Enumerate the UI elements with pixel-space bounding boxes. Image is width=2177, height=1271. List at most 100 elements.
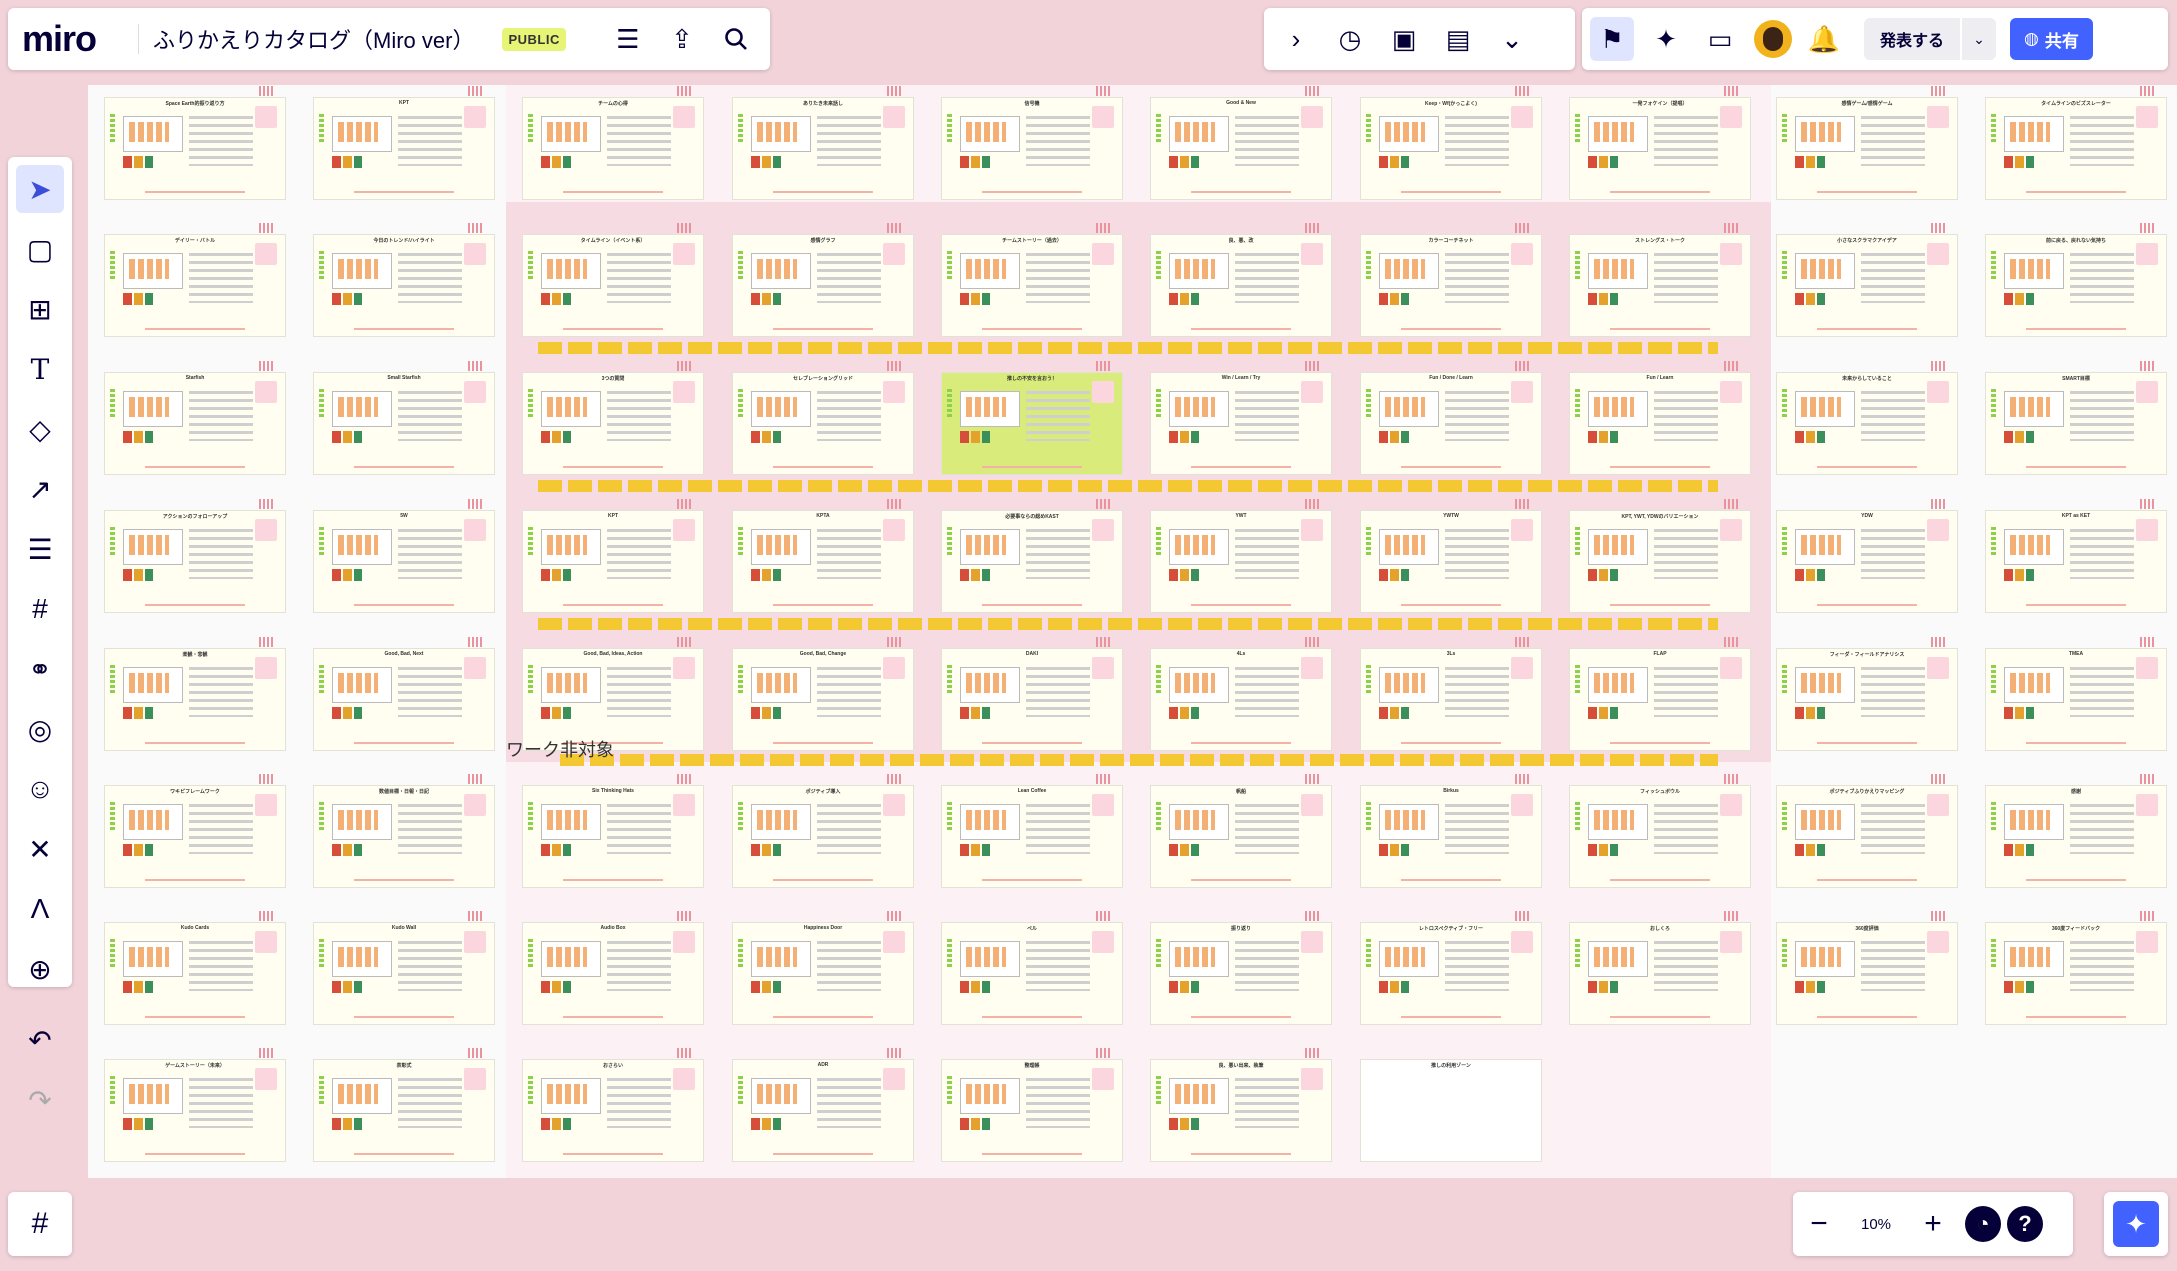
voting-icon[interactable]: ▣ xyxy=(1382,17,1426,61)
frame-icon[interactable]: # xyxy=(16,585,64,633)
template-card[interactable]: レトロスペクティブ・フリー xyxy=(1360,911,1542,1025)
frames-button[interactable]: # xyxy=(8,1192,72,1256)
template-card[interactable]: 感情グラフ xyxy=(732,223,914,337)
template-card[interactable]: 3Ls xyxy=(1360,637,1542,751)
template-card[interactable]: 4Ls xyxy=(1150,637,1332,751)
chevron-right-icon[interactable]: › xyxy=(1274,17,1318,61)
template-card[interactable]: Six Thinking Hats xyxy=(522,774,704,888)
template-card[interactable]: Kudo Wall xyxy=(313,911,495,1025)
template-card[interactable]: 必要事ならの総めKAST xyxy=(941,499,1123,613)
reactions-icon[interactable]: ✦ xyxy=(1644,17,1688,61)
template-card[interactable]: 数値目標・日報・日記 xyxy=(313,774,495,888)
template-card[interactable]: Win / Learn / Try xyxy=(1150,361,1332,475)
redo-icon[interactable]: ↷ xyxy=(16,1076,64,1124)
visibility-badge[interactable]: PUBLIC xyxy=(502,27,566,51)
menu-icon[interactable]: ☰ xyxy=(606,17,650,61)
template-card[interactable]: 良、悪、改 xyxy=(1150,223,1332,337)
board-canvas[interactable]: Space Earth的振り返り方 KPT デイリー・バトル 今日のトレンド/ハイライ… xyxy=(0,0,2177,1271)
template-card[interactable]: デイリー・バトル xyxy=(104,223,286,337)
template-card[interactable]: Good & New xyxy=(1150,86,1332,200)
template-card[interactable]: 3つの質問 xyxy=(522,361,704,475)
avatar[interactable] xyxy=(1754,20,1792,58)
select-icon[interactable]: ➤ xyxy=(16,165,64,213)
add-icon[interactable]: ⊕ xyxy=(16,945,64,993)
help-button[interactable]: ? xyxy=(2007,1206,2043,1242)
template-card[interactable]: 推しの不安を言おう！ xyxy=(941,361,1123,475)
emoji-icon[interactable]: ☺ xyxy=(16,765,64,813)
template-card[interactable]: Fun / Learn xyxy=(1569,361,1751,475)
template-card[interactable]: 未来からしていること xyxy=(1776,361,1958,475)
export-icon[interactable]: ⇪ xyxy=(660,17,704,61)
template-card[interactable]: 360度評価 xyxy=(1776,911,1958,1025)
template-card[interactable]: Kudo Cards xyxy=(104,911,286,1025)
bell-icon[interactable]: 🔔 xyxy=(1802,17,1846,61)
template-card[interactable]: おしくろ xyxy=(1569,911,1751,1025)
zoom-level[interactable]: 10% xyxy=(1845,1216,1907,1233)
template-card[interactable]: おさらい xyxy=(522,1048,704,1162)
template-card[interactable]: Small Starfish xyxy=(313,361,495,475)
zoom-in-button[interactable]: + xyxy=(1907,1198,1959,1250)
template-card[interactable]: FLAP xyxy=(1569,637,1751,751)
pen-icon[interactable]: Λ xyxy=(16,885,64,933)
template-card[interactable]: 一発フォケイン（提唱） xyxy=(1569,86,1751,200)
template-card[interactable]: 感情ゲーム/感情ゲーム xyxy=(1776,86,1958,200)
template-card[interactable]: 小さなスクラマクアイデア xyxy=(1776,223,1958,337)
template-card[interactable]: セレブレーショングリッド xyxy=(732,361,914,475)
template-card[interactable]: ストレングス・トーク xyxy=(1569,223,1751,337)
table-icon[interactable]: ⊞ xyxy=(16,285,64,333)
template-card[interactable]: アクションのフォローアップ xyxy=(104,499,286,613)
template-card[interactable]: Happiness Door xyxy=(732,911,914,1025)
template-card[interactable]: 良、悪い出来、執筆 xyxy=(1150,1048,1332,1162)
template-card[interactable]: Audio Box xyxy=(522,911,704,1025)
timer-icon[interactable]: ◷ xyxy=(1328,17,1372,61)
cursor-follow-icon[interactable]: ⚑ xyxy=(1590,17,1634,61)
template-card[interactable]: ペル xyxy=(941,911,1123,1025)
template-card[interactable]: Lean Coffee xyxy=(941,774,1123,888)
template-card[interactable]: カラーコーチネット xyxy=(1360,223,1542,337)
shapes-icon[interactable]: ◇ xyxy=(16,405,64,453)
history-icon[interactable]: ◔ xyxy=(1965,1206,2001,1242)
template-card[interactable]: ポジティブふりかえりマッピング xyxy=(1776,774,1958,888)
template-card[interactable]: 5W xyxy=(313,499,495,613)
line-icon[interactable]: ↗ xyxy=(16,465,64,513)
template-card[interactable]: 帆船 xyxy=(1150,774,1332,888)
template-card[interactable]: 前に戻る、戻れない気持ち xyxy=(1985,223,2167,337)
present-button[interactable]: 発表する xyxy=(1864,18,1961,60)
template-card[interactable]: ポジティブ導入 xyxy=(732,774,914,888)
template-card[interactable]: 楽観・悲観 xyxy=(104,637,286,751)
template-card[interactable]: 感謝 xyxy=(1985,774,2167,888)
template-card[interactable]: Keep・Wf(かっこよく) xyxy=(1360,86,1542,200)
comments-icon[interactable]: ▭ xyxy=(1698,17,1742,61)
template-card[interactable]: KPT, YWT, YDWのバリエーション xyxy=(1569,499,1751,613)
template-card[interactable]: Birkus xyxy=(1360,774,1542,888)
miro-logo[interactable]: miro xyxy=(22,18,132,60)
more-apps-icon[interactable]: ✕ xyxy=(16,825,64,873)
ai-assist-button[interactable]: ✦ xyxy=(2104,1192,2168,1256)
template-card[interactable]: 今日のトレンド/ハイライト xyxy=(313,223,495,337)
template-card[interactable]: 表彰式 xyxy=(313,1048,495,1162)
template-card[interactable]: ADR xyxy=(732,1048,914,1162)
template-card[interactable]: Good, Bad, Next xyxy=(313,637,495,751)
template-card[interactable]: SMART目標 xyxy=(1985,361,2167,475)
collab-icon[interactable]: ◎ xyxy=(16,705,64,753)
template-card[interactable]: Starfish xyxy=(104,361,286,475)
template-card[interactable]: KPT xyxy=(522,499,704,613)
template-card[interactable]: 振り返り xyxy=(1150,911,1332,1025)
template-card[interactable]: フィーダ・フィールドアナリシス xyxy=(1776,637,1958,751)
template-card[interactable]: DAKI xyxy=(941,637,1123,751)
template-card[interactable]: YDW xyxy=(1776,499,1958,613)
template-card[interactable]: Space Earth的振り返り方 xyxy=(104,86,286,200)
template-card[interactable]: KPT xyxy=(313,86,495,200)
template-card[interactable]: チームストーリー（過去） xyxy=(941,223,1123,337)
board-title[interactable]: ふりかえりカタログ（Miro ver） xyxy=(153,23,474,55)
template-card[interactable]: タイムライン（イベント系） xyxy=(522,223,704,337)
comment-icon[interactable]: ☰ xyxy=(16,525,64,573)
template-card[interactable]: ゲームストーリー（未来） xyxy=(104,1048,286,1162)
template-card[interactable]: Good, Bad, Change xyxy=(732,637,914,751)
mindmap-icon[interactable]: ⚭ xyxy=(16,645,64,693)
chevron-down-icon[interactable]: ⌄ xyxy=(1962,18,1997,60)
template-card[interactable]: TMEA xyxy=(1985,637,2167,751)
template-card[interactable]: 推しの利用ゾーン xyxy=(1360,1059,1542,1162)
notes-icon[interactable]: ▤ xyxy=(1436,17,1480,61)
template-card[interactable]: ワキピフレームワーク xyxy=(104,774,286,888)
